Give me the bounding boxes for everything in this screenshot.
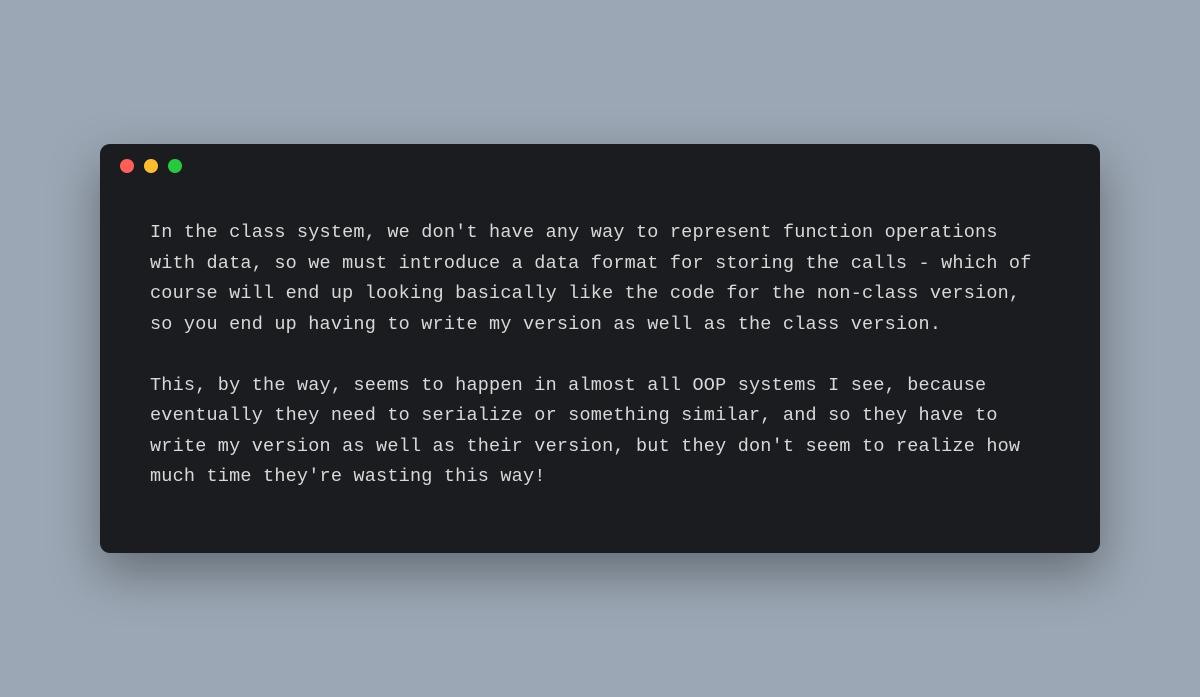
window-titlebar	[100, 144, 1100, 188]
close-icon[interactable]	[120, 159, 134, 173]
minimize-icon[interactable]	[144, 159, 158, 173]
maximize-icon[interactable]	[168, 159, 182, 173]
paragraph: This, by the way, seems to happen in alm…	[150, 371, 1050, 493]
paragraph: In the class system, we don't have any w…	[150, 218, 1050, 340]
terminal-window: In the class system, we don't have any w…	[100, 144, 1100, 553]
terminal-content: In the class system, we don't have any w…	[100, 188, 1100, 553]
